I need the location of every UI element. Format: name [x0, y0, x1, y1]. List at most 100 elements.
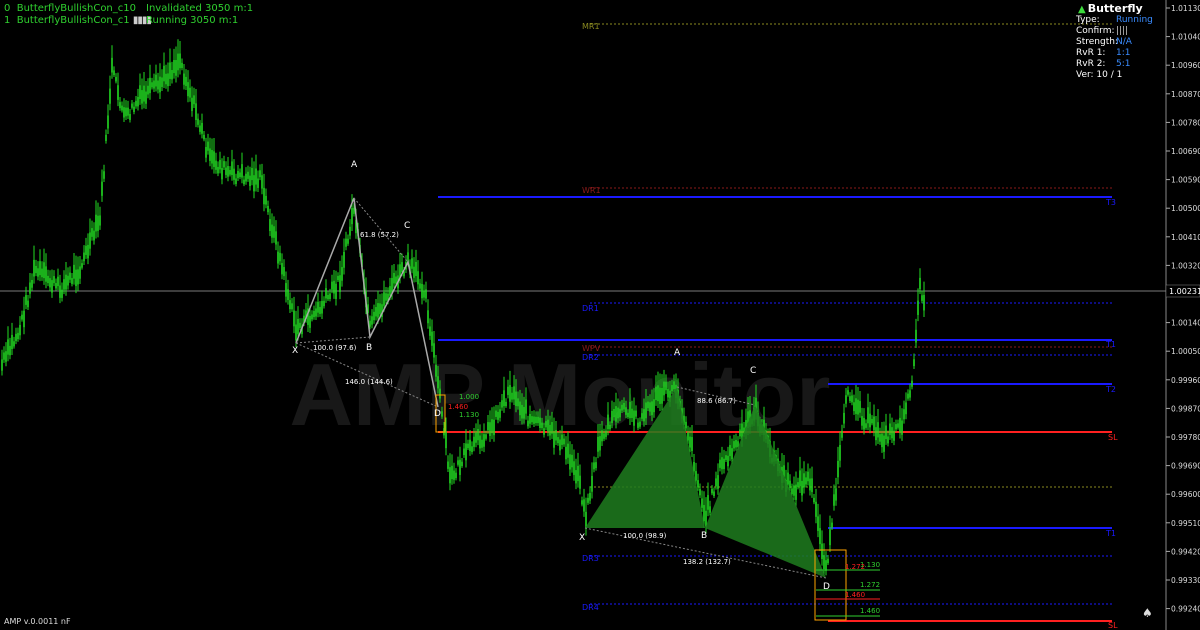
candle-body — [583, 499, 585, 512]
candle-body — [587, 497, 589, 503]
candle-body — [23, 310, 25, 328]
candle-body — [149, 77, 151, 94]
info-title-text: Butterfly — [1087, 2, 1143, 15]
candle-body — [263, 187, 265, 205]
candle-body — [823, 555, 825, 569]
candle-body — [523, 406, 525, 419]
pattern2-label-x: X — [579, 533, 585, 543]
candle-body — [441, 411, 443, 417]
candle-body — [719, 459, 721, 468]
candle-body — [647, 401, 649, 409]
candle-body — [521, 404, 523, 419]
pattern1-fib-1: 1.000 — [459, 393, 479, 401]
info-row-type: Type: Running — [1076, 15, 1172, 26]
wpv-label: WPV — [582, 344, 601, 353]
candle-body — [179, 53, 181, 69]
candle-body — [739, 429, 741, 437]
candle-body — [213, 151, 215, 167]
t1-label-2: T1 — [1105, 529, 1116, 538]
price-tick-label: 1.00050 — [1171, 347, 1200, 356]
pattern2-fib-3: 1.272 — [860, 581, 880, 589]
candle-body — [137, 96, 139, 107]
info-row-version: Ver: 10 / 1 — [1076, 70, 1172, 81]
price-tick-label: 0.99960 — [1171, 376, 1200, 385]
candle-body — [895, 424, 897, 430]
candle-body — [189, 87, 191, 98]
pattern1-xb-ratio: 100.0 (97.6) — [313, 344, 357, 352]
candle-body — [507, 386, 509, 395]
candle-body — [569, 454, 571, 470]
candle-body — [153, 80, 155, 89]
candle-body — [503, 390, 505, 407]
candle-body — [921, 295, 923, 301]
candle-body — [919, 277, 921, 290]
candle-body — [231, 161, 233, 175]
candle-body — [33, 259, 35, 277]
candle-body — [577, 465, 579, 482]
price-tick-label: 0.99420 — [1171, 547, 1200, 556]
candle-body — [793, 485, 795, 496]
candle-body — [821, 543, 823, 560]
candle-body — [911, 380, 913, 387]
candle-body — [633, 410, 635, 426]
candle-body — [325, 288, 327, 299]
chart-canvas[interactable]: AMP Monitor MR1 WR1 T3 DR1 T1 WPV DR2 T2… — [0, 0, 1200, 630]
candle-body — [419, 283, 421, 289]
candle-body — [875, 427, 877, 441]
candle-body — [903, 409, 905, 420]
candle-body — [729, 445, 731, 457]
pattern2-label-c: C — [750, 366, 756, 376]
candle-body — [25, 295, 27, 305]
candle-body — [165, 73, 167, 85]
candle-body — [735, 439, 737, 448]
candle-body — [281, 263, 283, 275]
candle-body — [617, 407, 619, 419]
candle-body — [811, 478, 813, 493]
candle-body — [101, 181, 103, 196]
candle-body — [95, 214, 97, 232]
candle-body — [897, 423, 899, 428]
price-tick-label: 0.99690 — [1171, 462, 1200, 471]
candle-body — [531, 416, 533, 423]
candle-body — [543, 428, 545, 435]
price-tick-label: 1.00500 — [1171, 204, 1200, 213]
price-tick-label: 0.99600 — [1171, 490, 1200, 499]
candle-body — [513, 386, 515, 400]
candle-body — [627, 412, 629, 418]
candle-body — [177, 53, 179, 71]
candle-body — [191, 97, 193, 112]
candle-body — [225, 167, 227, 175]
candle-body — [663, 381, 665, 396]
candle-body — [553, 431, 555, 448]
candle-body — [297, 319, 299, 335]
candle-body — [111, 57, 113, 73]
price-tick-label: 0.99780 — [1171, 433, 1200, 442]
price-tick-label: 1.00960 — [1171, 61, 1200, 70]
candle-body — [909, 390, 911, 398]
price-tick-label: 1.00590 — [1171, 176, 1200, 185]
candle-body — [625, 407, 627, 415]
pattern2-xb-ratio: 100.0 (98.9) — [623, 532, 667, 540]
candle-body — [645, 402, 647, 419]
candle-body — [331, 281, 333, 290]
candle-body — [901, 420, 903, 435]
candle-body — [239, 172, 241, 178]
mr1-label: MR1 — [582, 22, 600, 31]
candle-body — [637, 422, 639, 428]
candle-body — [375, 307, 377, 317]
scroll-anchor-icon[interactable]: ♠ — [1142, 606, 1162, 628]
candle-body — [183, 73, 185, 85]
candle-body — [723, 458, 725, 470]
candle-body — [855, 398, 857, 414]
pattern2-xd-ratio: 138.2 (132.7) — [683, 558, 731, 566]
candle-body — [915, 329, 917, 343]
price-tick-label: 1.00780 — [1171, 118, 1200, 127]
candle-body — [167, 73, 169, 87]
info-row-version-label: Ver: 10 / 1 — [1076, 70, 1123, 80]
candle-body — [453, 470, 455, 480]
candle-body — [411, 258, 413, 269]
candle-body — [37, 268, 39, 277]
candle-body — [339, 275, 341, 292]
candle-body — [547, 419, 549, 432]
candle-body — [161, 77, 163, 87]
